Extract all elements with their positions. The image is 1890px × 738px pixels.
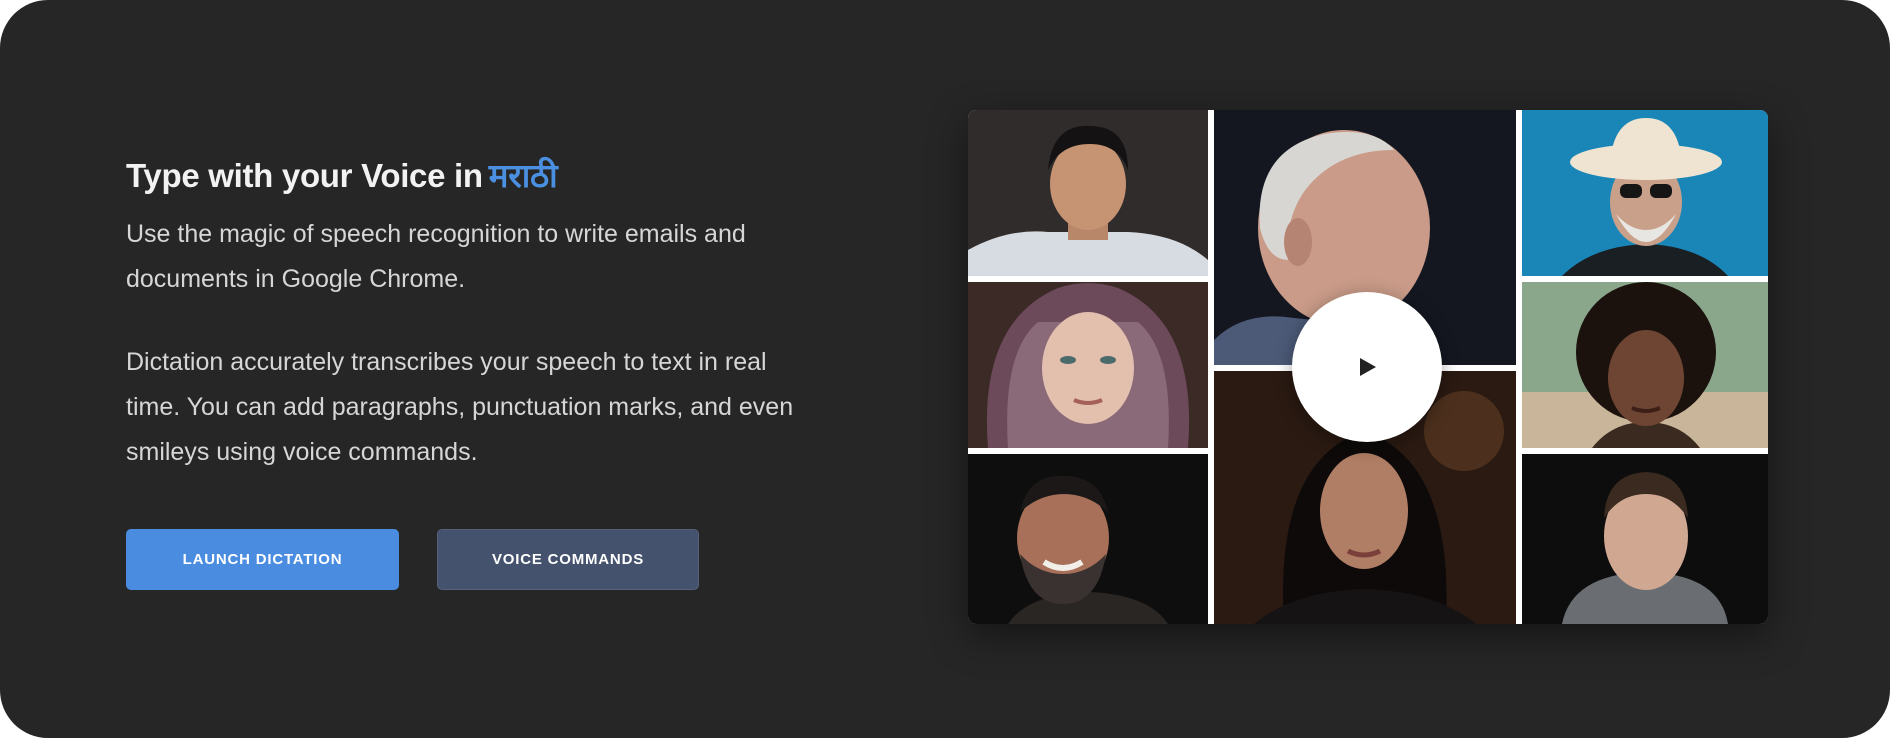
description-paragraph-1: Use the magic of speech recognition to w… [126, 220, 746, 293]
page-title: Type with your Voice in मराठी [126, 150, 806, 202]
description-paragraph-2: Dictation accurately transcribes your sp… [126, 348, 794, 466]
portrait-man-hoodie [1522, 454, 1768, 624]
play-button[interactable] [1292, 292, 1442, 442]
portrait-young-man [968, 110, 1208, 276]
portrait-woman-headscarf [968, 282, 1208, 448]
action-buttons: LAUNCH DICTATION VOICE COMMANDS [126, 529, 699, 590]
portrait-woman-curly-hair [1522, 282, 1768, 448]
title-language: मराठी [488, 156, 558, 195]
portrait-man-cowboy-hat [1522, 110, 1768, 276]
voice-commands-button[interactable]: VOICE COMMANDS [437, 529, 699, 590]
launch-dictation-button[interactable]: LAUNCH DICTATION [126, 529, 399, 590]
title-prefix: Type with your Voice in [126, 157, 483, 194]
portrait-bearded-man [968, 454, 1208, 624]
play-icon [1360, 358, 1376, 376]
hero-card: Type with your Voice in मराठी Use the mag… [0, 0, 1890, 738]
hero-text: Type with your Voice in मराठी Use the mag… [126, 150, 806, 475]
